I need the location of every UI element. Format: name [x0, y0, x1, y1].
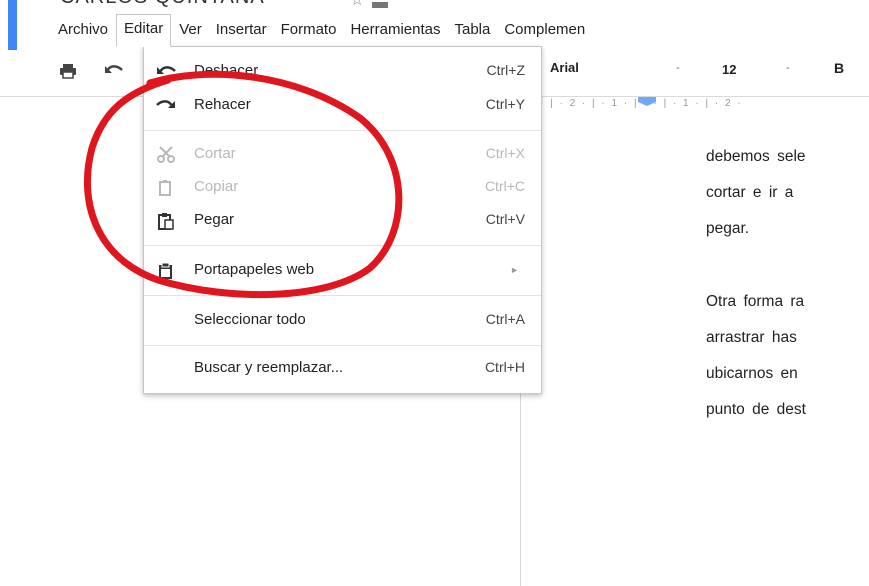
paste-icon [156, 212, 176, 230]
menu-item-shortcut: Ctrl+A [485, 311, 525, 327]
menu-item-label: Pegar [194, 211, 235, 228]
menu-item-label: Seleccionar todo [194, 311, 306, 328]
edit-menu-dropdown: Deshacer Ctrl+Z Rehacer Ctrl+Y Cortar Ct… [143, 46, 542, 394]
star-icon[interactable]: ☆ [350, 0, 364, 10]
undo-icon [156, 63, 176, 81]
copy-icon [156, 179, 176, 197]
doc-text-line: debemos sele [706, 148, 806, 165]
menu-item-shortcut: Ctrl+X [485, 145, 525, 161]
docs-logo-edge [8, 0, 17, 50]
menu-separator [144, 130, 541, 131]
menu-herramientas[interactable]: Herramientas [344, 16, 446, 44]
doc-text-line: pegar. [706, 220, 750, 237]
font-dropdown-caret-icon[interactable]: - [676, 62, 680, 74]
doc-text-line: ubicarnos en [706, 365, 798, 382]
menu-separator [144, 245, 541, 246]
doc-text-line: cortar e ir a [706, 184, 794, 201]
clipboard-icon [156, 262, 176, 280]
submenu-arrow-icon: ► [510, 265, 519, 275]
font-size-select[interactable]: 12 [722, 62, 736, 77]
menu-item-cortar[interactable]: Cortar Ctrl+X [144, 140, 541, 170]
menu-item-shortcut: Ctrl+Z [486, 62, 526, 78]
menu-separator [144, 345, 541, 346]
menu-item-portapapeles-web[interactable]: Portapapeles web ► [144, 256, 541, 286]
doc-text-line: Otra forma ra [706, 293, 805, 310]
print-icon[interactable] [58, 63, 78, 79]
menu-tabla[interactable]: Tabla [448, 16, 496, 44]
menu-item-label: Buscar y reemplazar... [194, 359, 344, 376]
ruler[interactable]: · | · 2 · | · 1 · | · · | · 1 · | · 2 · [540, 98, 869, 110]
menu-item-seleccionar-todo[interactable]: Seleccionar todo Ctrl+A [144, 306, 541, 336]
menu-separator [144, 295, 541, 296]
undo-icon[interactable] [104, 63, 124, 79]
menu-formato[interactable]: Formato [275, 16, 343, 44]
font-family-select[interactable]: Arial [550, 60, 579, 75]
menu-item-label: Rehacer [194, 96, 251, 113]
menu-item-pegar[interactable]: Pegar Ctrl+V [144, 206, 541, 236]
bold-button[interactable]: B [834, 60, 844, 76]
menu-archivo[interactable]: Archivo [52, 16, 114, 44]
document-title-bar: CARLOS QUINTANA ☆ [0, 0, 869, 14]
menu-item-shortcut: Ctrl+V [485, 211, 525, 227]
menu-item-shortcut: Ctrl+H [484, 359, 525, 375]
menu-item-label: Cortar [194, 145, 236, 162]
menu-item-deshacer[interactable]: Deshacer Ctrl+Z [144, 57, 541, 87]
menu-item-label: Portapapeles web [194, 261, 315, 278]
folder-icon[interactable] [372, 2, 388, 8]
menu-ver[interactable]: Ver [173, 16, 208, 44]
menu-item-shortcut: Ctrl+Y [485, 96, 525, 112]
scissors-icon [156, 146, 176, 164]
document-page[interactable] [520, 110, 869, 586]
menu-item-buscar-reemplazar[interactable]: Buscar y reemplazar... Ctrl+H [144, 354, 541, 384]
menu-item-copiar[interactable]: Copiar Ctrl+C [144, 173, 541, 203]
menu-complementos[interactable]: Complemen [498, 16, 591, 44]
menu-insertar[interactable]: Insertar [210, 16, 273, 44]
menu-item-shortcut: Ctrl+C [484, 178, 525, 194]
doc-text-line: arrastrar has [706, 329, 797, 346]
menu-item-rehacer[interactable]: Rehacer Ctrl+Y [144, 91, 541, 121]
redo-icon [156, 97, 176, 115]
doc-text-line: punto de dest [706, 401, 806, 418]
menu-editar[interactable]: Editar [116, 13, 172, 47]
menu-item-label: Copiar [194, 178, 239, 195]
menu-item-label: Deshacer [194, 62, 259, 79]
menu-bar: Archivo Editar Ver Insertar Formato Herr… [52, 13, 593, 47]
document-title[interactable]: CARLOS QUINTANA [60, 0, 265, 9]
size-dropdown-caret-icon[interactable]: - [786, 62, 790, 74]
